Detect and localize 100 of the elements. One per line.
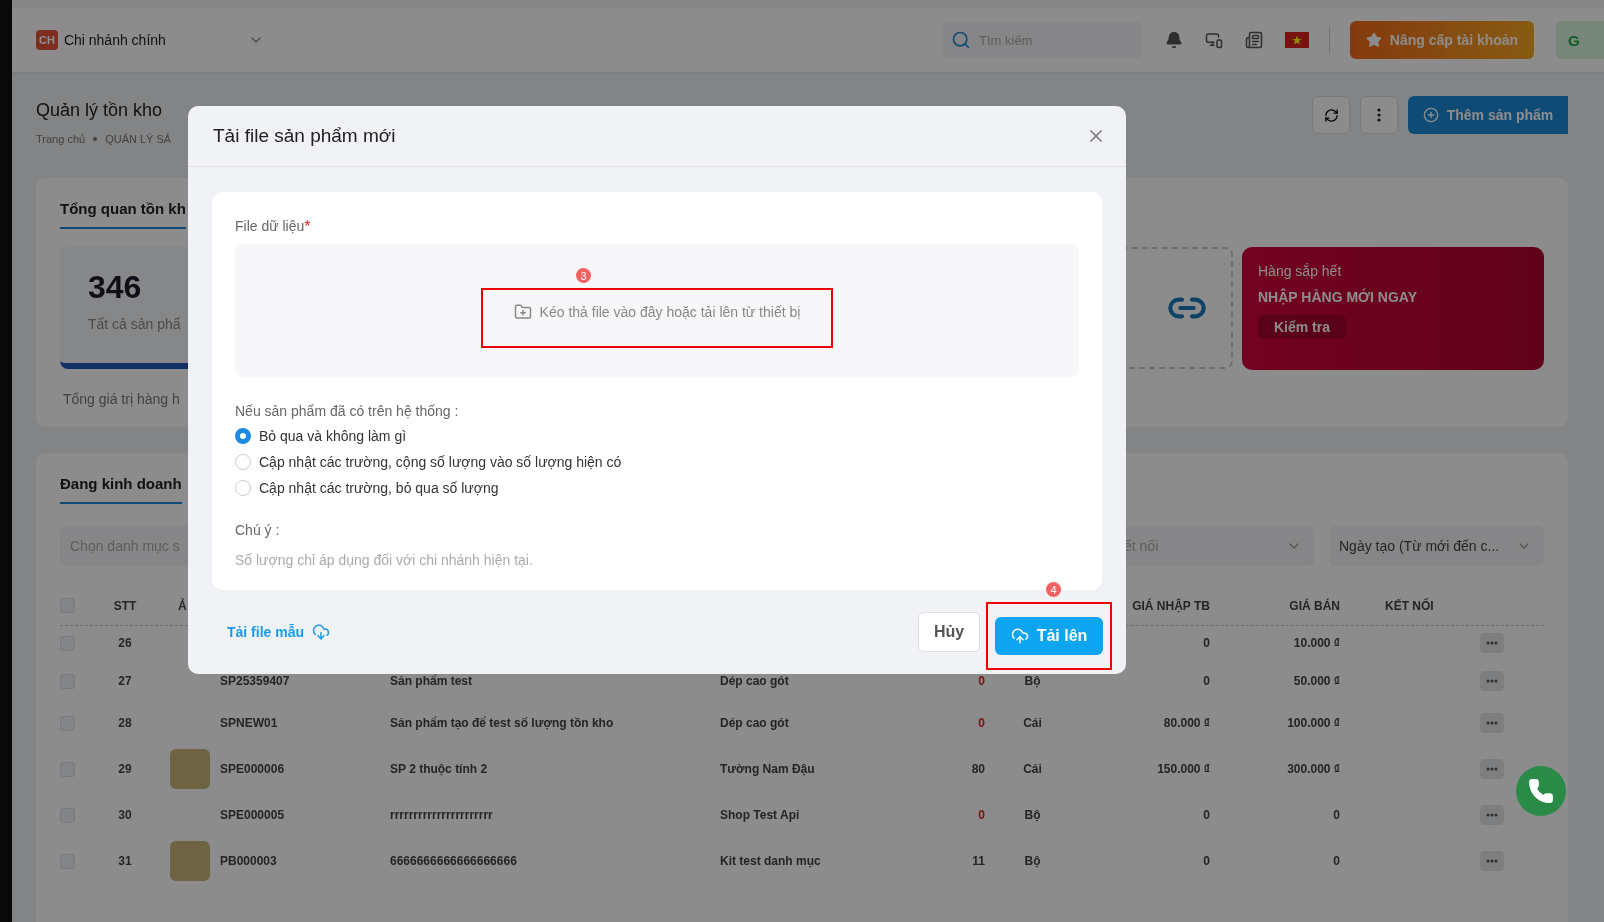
table-cell-text: 10.000 ₫ [1292,636,1340,650]
radio-option[interactable]: Bỏ qua và không làm gì [235,428,1079,444]
table-cell-text: 0 [1202,636,1210,650]
table-cell-text: 0 [977,674,985,688]
table-cell-text: Dép cao gót [720,674,790,688]
radio-option[interactable]: Cập nhật các trường, bỏ qua số lượng [235,480,1079,496]
branch-selector[interactable]: CH Chi nhánh chính [36,30,264,50]
row-actions-button[interactable] [1480,851,1504,871]
row-actions-button[interactable] [1480,805,1504,825]
table-cell-text: 50.000 ₫ [1292,674,1340,688]
dropzone-text: Kéo thả file vào đây hoặc tải lên từ thiết bị [539,304,801,320]
filter-field[interactable]: Ngày tạo (Từ mới đến c... [1329,526,1544,566]
search-icon [951,30,971,50]
products-tab[interactable]: Đang kinh doanh [60,475,182,504]
table-cell-text: Bộ [1023,854,1042,868]
table-cell-text: SP 2 thuộc tính 2 [390,762,489,776]
template-download-link[interactable]: Tải file mẫu [227,623,331,641]
row-actions-button[interactable] [1480,633,1504,653]
avatar-button[interactable]: G [1556,21,1604,59]
table-cell-text: 0 [977,808,985,822]
column-header: GIÁ NHẬP TB [1131,598,1210,613]
radio-button[interactable] [235,454,251,470]
table-cell-text: rrrrrrrrrrrrrrrrrrrrrr [390,808,494,822]
refresh-button[interactable] [1312,96,1350,134]
table-cell-text: Shop Test Api [720,808,801,822]
add-product-button[interactable]: Thêm sản phẩm [1408,96,1568,134]
folder-plus-icon [513,303,532,321]
row-actions-button[interactable] [1480,671,1504,691]
table-cell-text: SPE000005 [220,808,286,822]
table-cell-text: Bộ [1023,808,1042,822]
table-cell-text: 0 [1202,674,1210,688]
table-cell-text: 27 [117,674,133,688]
table-cell-text: 0 [977,716,985,730]
radio-button[interactable] [235,480,251,496]
page-title: Quản lý tồn kho [36,100,164,121]
more-icon [1486,641,1498,645]
option-label: Bỏ qua và không làm gì [259,428,407,444]
table-cell-text: 0 [1202,808,1210,822]
table-cell-text: Cái [1022,716,1043,730]
radio-option[interactable]: Cập nhật các trường, cộng số lượng vào số lượng hiện có [235,454,1079,470]
stat-value: 346 [88,269,142,306]
note-label: Chú ý : [235,522,281,538]
bell-icon[interactable] [1165,31,1183,49]
table-cell-text: 26 [117,636,133,650]
more-icon [1486,721,1498,725]
column-header: STT [112,598,138,613]
table-cell-text: 80 [970,762,985,776]
dialog-title: Tải file sản phẩm mới [213,125,396,147]
refresh-icon [1323,107,1339,123]
table-cell-text: Bộ [1023,674,1042,688]
option-label: Cập nhật các trường, bỏ qua số lượng [259,480,499,496]
option-label: Cập nhật các trường, cộng số lượng vào số lượng hiện có [259,454,622,470]
table-cell-text: 0 [1202,854,1210,868]
cancel-button[interactable]: Hủy [918,612,980,652]
row-actions-button[interactable] [1480,713,1504,733]
table-cell-text: 100.000 ₫ [1286,716,1340,730]
table-cell-text: Cái [1022,762,1043,776]
upload-button[interactable]: Tải lên [995,617,1103,655]
table-cell-text: 6666666666666666666 [390,854,518,868]
newspaper-icon[interactable] [1245,31,1263,49]
annotation-number: 3 [576,268,591,283]
cloud-download-icon [312,623,331,641]
column-header: KẾT NỐI [1384,598,1435,613]
radio-button[interactable] [235,428,251,444]
table-cell-text: Tường Nam Đậu [720,762,816,776]
flag-icon[interactable] [1285,32,1309,48]
branch-name: Chi nhánh chính [63,32,166,48]
column-header: GIÁ BÁN [1288,598,1340,613]
table-cell-text: PB000003 [220,854,278,868]
table-cell-text: SP25359407 [220,674,291,688]
branch-badge: CH [36,30,58,50]
table-cell-text: 11 [971,854,985,868]
dropzone-prompt[interactable]: Kéo thả file vào đây hoặc tải lên từ thiết bị [513,302,801,322]
table-cell-text: SPE000006 [220,762,286,776]
table-cell-text: 300.000 ₫ [1286,762,1340,776]
table-cell-text: 0 [1332,808,1340,822]
stat-label: Tất cả sản phẩ [88,316,181,332]
table-cell-text: 30 [117,808,133,822]
table-cell-text: 150.000 ₫ [1156,762,1210,776]
row-actions-button[interactable] [1480,759,1504,779]
plus-circle-icon [1422,107,1439,123]
devices-icon[interactable] [1205,31,1223,49]
table-cell-text: Dép cao gót [720,716,790,730]
table-cell-text: 0 [1332,854,1340,868]
more-icon [1377,108,1381,122]
field-label: Nếu sản phẩm đã có trên hệ thống : [235,403,460,419]
breadcrumb-item[interactable]: Trang chủ [36,133,86,145]
phone-icon [1528,778,1554,804]
overview-tab[interactable]: Tổng quan tồn kh [60,200,186,229]
table-cell-text: 28 [117,716,133,730]
upgrade-button[interactable]: Nâng cấp tài khoản [1350,21,1534,59]
more-icon [1486,859,1498,863]
field-label: File dữ liệu [235,218,305,236]
dropzone[interactable]: 3 Kéo thả file vào đây hoặc tải lên từ thiết bị [235,244,1079,377]
column-header: Ả [177,598,188,613]
table-cell-text: 31 [117,854,133,868]
total-value-label: Tổng giá trị hàng h [62,391,181,407]
breadcrumb-item[interactable]: QUẢN LÝ SẢ [105,133,172,145]
note-text: Số lượng chỉ áp dụng đối với chi nhánh hiện tại. [235,552,534,568]
more-icon [1486,813,1498,817]
